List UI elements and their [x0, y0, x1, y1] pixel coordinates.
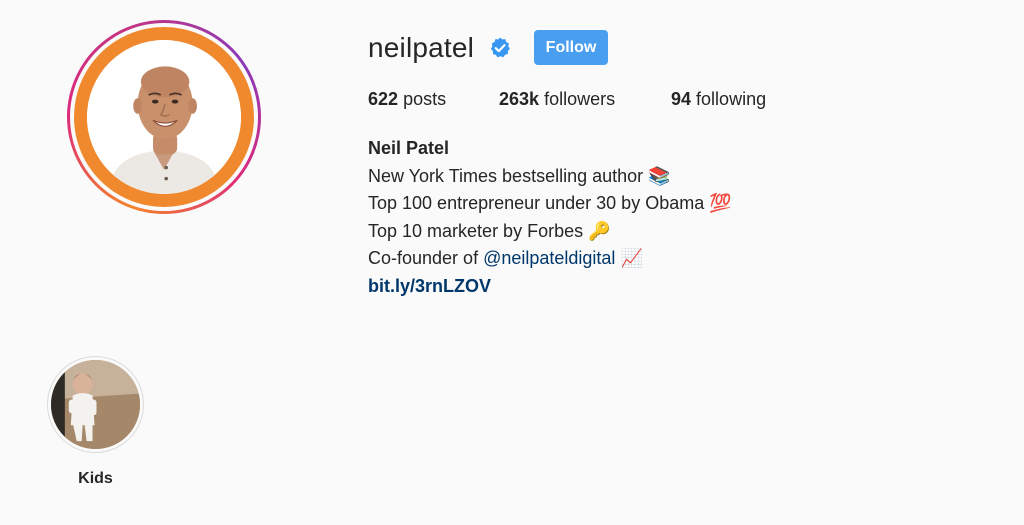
story-highlight[interactable]: Kids: [47, 356, 144, 488]
followers-label: followers: [544, 89, 616, 109]
person-portrait-image: [87, 40, 241, 194]
posts-stat: 622 posts: [368, 88, 446, 110]
posts-count: 622: [368, 89, 399, 109]
followers-count: 263k: [499, 89, 540, 109]
bio-text: Co-founder of: [368, 248, 484, 268]
profile-bio: Neil Patel New York Times bestselling au…: [368, 135, 732, 300]
mention-link[interactable]: @neilpateldigital: [483, 248, 615, 268]
books-emoji-icon: 📚: [648, 165, 671, 186]
bio-line: Top 10 marketer by Forbes 🔑: [368, 218, 732, 246]
highlight-cover: [51, 360, 140, 449]
following-count: 94: [671, 89, 692, 109]
follow-button[interactable]: Follow: [534, 30, 608, 65]
following-stat[interactable]: 94 following: [671, 88, 766, 110]
profile-page: neilpatel Follow 622 posts 263k follower…: [0, 0, 1024, 525]
profile-avatar[interactable]: [67, 20, 261, 214]
followers-stat[interactable]: 263k followers: [499, 88, 615, 110]
following-label: following: [696, 89, 767, 109]
chart-emoji-icon: 📈: [620, 248, 643, 268]
posts-label: posts: [403, 89, 447, 109]
child-photo-image: [51, 360, 140, 449]
key-emoji-icon: 🔑: [588, 220, 611, 241]
profile-full-name: Neil Patel: [368, 138, 450, 158]
bio-line: Top 100 entrepreneur under 30 by Obama 💯: [368, 190, 732, 218]
bio-line: New York Times bestselling author 📚: [368, 163, 732, 191]
bio-external-link[interactable]: bit.ly/3rnLZOV: [368, 273, 732, 301]
bio-text: New York Times bestselling author: [368, 165, 644, 186]
bio-line: Co-founder of @neilpateldigital 📈: [368, 245, 732, 273]
verified-badge-icon: [490, 37, 510, 58]
highlight-label: Kids: [78, 470, 113, 487]
avatar-photo: [87, 40, 241, 194]
bio-text: Top 10 marketer by Forbes: [368, 220, 584, 241]
profile-username: neilpatel: [368, 32, 475, 63]
hundred-emoji-icon: 💯: [709, 193, 732, 213]
bio-text: Top 100 entrepreneur under 30 by Obama: [368, 193, 705, 213]
highlight-ring: [47, 356, 144, 453]
